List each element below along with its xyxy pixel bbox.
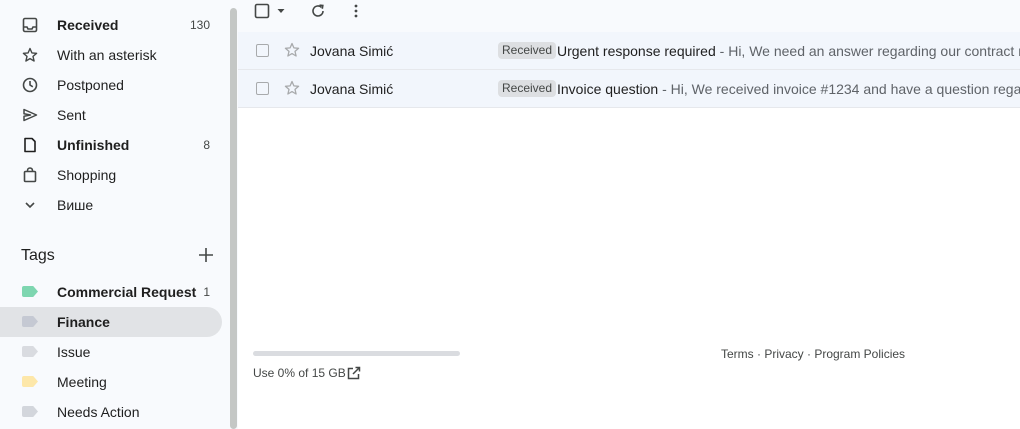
sidebar-item-label: Више <box>57 197 94 213</box>
sidebar-item-label: Shopping <box>57 167 117 183</box>
toolbar <box>238 0 1020 32</box>
tag-label: Finance <box>57 314 110 330</box>
sidebar: Received 130 With an asterisk Postponed … <box>0 0 232 429</box>
inbox-icon <box>22 17 38 33</box>
email-sender: Jovana Simić <box>310 81 394 97</box>
sidebar-item-label: Postponed <box>57 77 124 93</box>
email-snippet: - Hi, We received invoice #1234 and have… <box>658 81 1020 97</box>
chevron-down-icon <box>22 197 38 213</box>
label-badge[interactable]: Received <box>498 80 557 97</box>
clock-icon <box>22 77 38 93</box>
row-checkbox[interactable] <box>256 82 269 95</box>
sidebar-item-postponed[interactable]: Postponed <box>0 70 222 100</box>
email-row[interactable]: Jovana Simić Received Invoice question -… <box>238 70 1020 108</box>
unread-count: 8 <box>203 138 210 152</box>
tag-item-commercial-request[interactable]: Commercial Request 1 <box>0 277 222 307</box>
storage-bar <box>253 351 460 356</box>
tag-item-meeting[interactable]: Meeting <box>0 367 222 397</box>
tag-icon <box>22 406 38 417</box>
sidebar-item-sent[interactable]: Sent <box>0 100 222 130</box>
email-subject: Invoice question <box>557 81 659 97</box>
email-subject: Urgent response required <box>557 43 716 59</box>
row-checkbox[interactable] <box>256 44 269 57</box>
footer-links[interactable]: Terms · Privacy · Program Policies <box>721 347 905 361</box>
sidebar-item-received[interactable]: Received 130 <box>0 10 222 40</box>
sidebar-scrollbar[interactable] <box>230 8 237 429</box>
open-in-new-icon[interactable] <box>346 365 362 381</box>
star-icon[interactable] <box>284 80 300 101</box>
sidebar-item-label: With an asterisk <box>57 47 157 63</box>
email-row[interactable]: Jovana Simić Received Urgent response re… <box>238 32 1020 70</box>
tag-icon <box>22 286 38 297</box>
tags-header: Tags <box>21 247 55 264</box>
send-icon <box>22 107 38 123</box>
caret-down-icon[interactable] <box>276 2 286 20</box>
sidebar-item-shopping[interactable]: Shopping <box>0 160 222 190</box>
sidebar-item-label: Received <box>57 17 119 33</box>
sidebar-item-unfinished[interactable]: Unfinished 8 <box>0 130 222 160</box>
star-icon[interactable] <box>284 42 300 63</box>
tag-item-needs-action[interactable]: Needs Action <box>0 397 222 427</box>
sidebar-item-label: Unfinished <box>57 137 130 153</box>
tag-item-issue[interactable]: Issue <box>0 337 222 367</box>
unread-count: 1 <box>203 285 210 299</box>
add-tag-icon[interactable] <box>197 246 215 264</box>
more-vert-icon[interactable] <box>348 2 364 20</box>
shopping-bag-icon <box>22 167 38 183</box>
label-badge[interactable]: Received <box>498 42 557 59</box>
tag-label: Commercial Request <box>57 284 197 300</box>
sidebar-item-starred[interactable]: With an asterisk <box>0 40 222 70</box>
email-sender: Jovana Simić <box>310 43 394 59</box>
tag-icon <box>22 376 38 387</box>
email-subject-line: Urgent response required - Hi, We need a… <box>557 43 1020 59</box>
select-all-checkbox[interactable] <box>254 2 270 20</box>
unread-count: 130 <box>189 18 210 32</box>
refresh-icon[interactable] <box>310 2 326 20</box>
tag-label: Issue <box>57 344 91 360</box>
sidebar-item-label: Sent <box>57 107 86 123</box>
email-snippet: - Hi, We need an answer regarding our co… <box>719 43 1020 59</box>
sidebar-item-more[interactable]: Више <box>0 190 222 220</box>
star-icon <box>22 47 38 63</box>
tag-label: Meeting <box>57 374 107 390</box>
email-subject-line: Invoice question - Hi, We received invoi… <box>557 81 1020 97</box>
main-panel: Jovana Simić Received Urgent response re… <box>238 0 1020 429</box>
tag-item-finance[interactable]: Finance <box>0 307 222 337</box>
draft-icon <box>22 137 38 153</box>
tag-label: Needs Action <box>57 404 140 420</box>
tag-icon <box>22 316 38 327</box>
storage-usage: Use 0% of 15 GB <box>253 366 346 380</box>
tag-icon <box>22 346 38 357</box>
